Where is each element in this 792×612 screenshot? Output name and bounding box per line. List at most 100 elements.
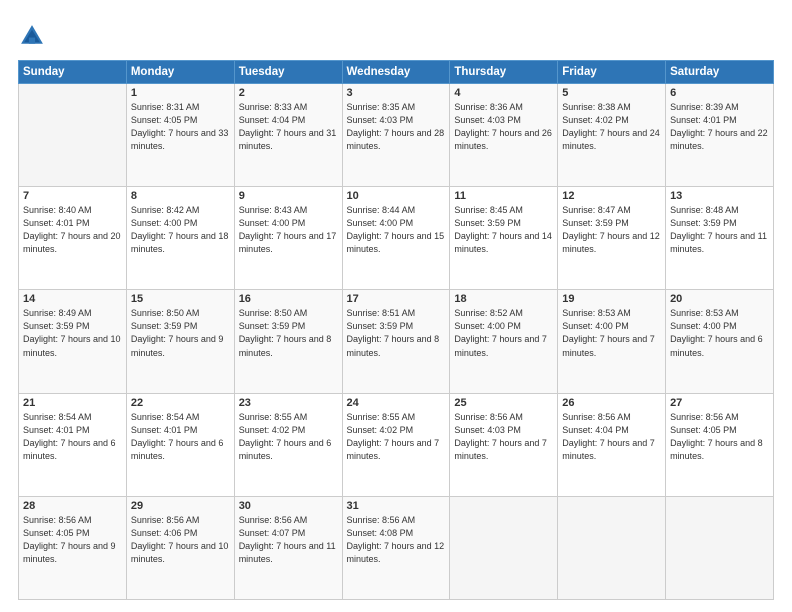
sunrise-text: Sunrise: 8:52 AM xyxy=(454,308,523,318)
daylight-text: Daylight: 7 hours and 7 minutes. xyxy=(562,438,655,461)
sunset-text: Sunset: 4:05 PM xyxy=(670,425,737,435)
sunrise-text: Sunrise: 8:33 AM xyxy=(239,102,308,112)
daylight-text: Daylight: 7 hours and 6 minutes. xyxy=(131,438,224,461)
day-number: 21 xyxy=(23,397,122,409)
day-number: 18 xyxy=(454,293,553,305)
daylight-text: Daylight: 7 hours and 12 minutes. xyxy=(347,541,445,564)
day-info: Sunrise: 8:56 AMSunset: 4:07 PMDaylight:… xyxy=(239,514,338,566)
sunset-text: Sunset: 4:00 PM xyxy=(131,218,198,228)
daylight-text: Daylight: 7 hours and 6 minutes. xyxy=(23,438,116,461)
day-info: Sunrise: 8:56 AMSunset: 4:03 PMDaylight:… xyxy=(454,411,553,463)
calendar-day-cell: 4Sunrise: 8:36 AMSunset: 4:03 PMDaylight… xyxy=(450,84,558,187)
sunrise-text: Sunrise: 8:53 AM xyxy=(670,308,739,318)
calendar-header-row: SundayMondayTuesdayWednesdayThursdayFrid… xyxy=(19,61,774,84)
sunrise-text: Sunrise: 8:56 AM xyxy=(239,515,308,525)
calendar-day-cell: 18 Sunrise: 8:52 AM Sunset: 4:00 PM Dayligh… xyxy=(450,290,558,393)
calendar-day-cell: 20Sunrise: 8:53 AMSunset: 4:00 PMDayligh… xyxy=(666,290,774,393)
sunrise-text: Sunrise: 8:36 AM xyxy=(454,102,523,112)
day-info: Sunrise: 8:56 AM Sunset: 4:06 PM Daylight:… xyxy=(131,514,230,566)
day-info: Sunrise: 8:38 AMSunset: 4:02 PMDaylight:… xyxy=(562,101,661,153)
calendar-day-cell xyxy=(450,496,558,599)
sunset-text: Sunset: 3:59 PM xyxy=(239,321,306,331)
daylight-text: Daylight: 7 hours and 18 minutes. xyxy=(131,231,229,254)
day-info: Sunrise: 8:52 AM Sunset: 4:00 PM Daylight:… xyxy=(454,307,553,359)
day-info: Sunrise: 8:45 AMSunset: 3:59 PMDaylight:… xyxy=(454,204,553,256)
sunrise-text: Sunrise: 8:39 AM xyxy=(670,102,739,112)
logo-icon xyxy=(18,22,46,50)
daylight-text: Daylight: 7 hours and 20 minutes. xyxy=(23,231,121,254)
calendar-day-cell: 29Sunrise: 8:56 AMSunset: 4:06 PMDayligh… xyxy=(126,496,234,599)
sunset-text: Sunset: 4:04 PM xyxy=(562,425,629,435)
sunrise-text: Sunrise: 8:47 AM xyxy=(562,205,631,215)
day-number: 7 xyxy=(23,190,122,202)
day-number: 17 xyxy=(347,293,446,305)
calendar-table: SundayMondayTuesdayWednesdayThursdayFrid… xyxy=(18,60,774,600)
daylight-text: Daylight: 7 hours and 22 minutes. xyxy=(670,128,768,151)
sunrise-text: Sunrise: 8:56 AM xyxy=(454,412,523,422)
sunset-text: Sunset: 4:00 PM xyxy=(454,321,521,331)
daylight-text: Daylight: 7 hours and 10 minutes. xyxy=(131,541,229,564)
day-number: 15 xyxy=(131,293,230,305)
calendar-day-header: Tuesday xyxy=(234,61,342,84)
day-info: Sunrise: 8:50 AMSunset: 3:59 PMDaylight:… xyxy=(131,307,230,359)
calendar-day-cell: 15Sunrise: 8:50 AMSunset: 3:59 PMDayligh… xyxy=(126,290,234,393)
day-info: Sunrise: 8:44 AMSunset: 4:00 PMDaylight:… xyxy=(347,204,446,256)
day-info: Sunrise: 8:56 AMSunset: 4:05 PMDaylight:… xyxy=(23,514,122,566)
sunrise-text: Sunrise: 8:55 AM xyxy=(239,412,308,422)
daylight-text: Daylight: 7 hours and 6 minutes. xyxy=(670,334,763,357)
day-number: 6 xyxy=(670,87,769,99)
sunrise-text: Sunrise: 8:38 AM xyxy=(562,102,631,112)
sunset-text: Sunset: 3:59 PM xyxy=(131,321,198,331)
day-number: 28 xyxy=(23,500,122,512)
day-info: Sunrise: 8:54 AMSunset: 4:01 PMDaylight:… xyxy=(23,411,122,463)
calendar-day-cell: 3Sunrise: 8:35 AMSunset: 4:03 PMDaylight… xyxy=(342,84,450,187)
day-info: Sunrise: 8:47 AMSunset: 3:59 PMDaylight:… xyxy=(562,204,661,256)
calendar-day-cell: 7Sunrise: 8:40 AMSunset: 4:01 PMDaylight… xyxy=(19,187,127,290)
day-number: 14 xyxy=(23,293,122,305)
daylight-text: Daylight: 7 hours and 10 minutes. xyxy=(23,334,121,357)
sunrise-text: Sunrise: 8:56 AM xyxy=(131,515,200,525)
sunset-text: Sunset: 4:00 PM xyxy=(562,321,629,331)
day-number: 31 xyxy=(347,500,446,512)
calendar-day-cell: 16Sunrise: 8:50 AMSunset: 3:59 PMDayligh… xyxy=(234,290,342,393)
calendar-day-cell: 6Sunrise: 8:39 AMSunset: 4:01 PMDaylight… xyxy=(666,84,774,187)
daylight-text: Daylight: 7 hours and 14 minutes. xyxy=(454,231,552,254)
sunset-text: Sunset: 4:06 PM xyxy=(131,528,198,538)
calendar-day-cell: 13Sunrise: 8:48 AMSunset: 3:59 PMDayligh… xyxy=(666,187,774,290)
daylight-text: Daylight: 7 hours and 7 minutes. xyxy=(347,438,440,461)
sunset-text: Sunset: 4:01 PM xyxy=(23,425,90,435)
sunset-text: Sunset: 3:59 PM xyxy=(23,321,90,331)
calendar-day-cell: 30 Sunrise: 8:56 AMSunset: 4:07 PMDayligh… xyxy=(234,496,342,599)
day-number: 30 xyxy=(239,500,338,512)
day-number: 11 xyxy=(454,190,553,202)
sunrise-text: Sunrise: 8:43 AM xyxy=(239,205,308,215)
day-info: Sunrise: 8:55 AMSunset: 4:02 PMDaylight:… xyxy=(347,411,446,463)
calendar-day-cell: 10Sunrise: 8:44 AMSunset: 4:00 PMDayligh… xyxy=(342,187,450,290)
day-info: Sunrise: 8:33 AMSunset: 4:04 PMDaylight:… xyxy=(239,101,338,153)
day-number: 1 xyxy=(131,87,230,99)
calendar-day-cell: 11 Sunrise: 8:45 AMSunset: 3:59 PMDayligh… xyxy=(450,187,558,290)
daylight-text: Daylight: 7 hours and 15 minutes. xyxy=(347,231,445,254)
sunset-text: Sunset: 3:59 PM xyxy=(670,218,737,228)
day-info: Sunrise: 8:48 AMSunset: 3:59 PMDaylight:… xyxy=(670,204,769,256)
sunset-text: Sunset: 4:00 PM xyxy=(670,321,737,331)
sunset-text: Sunset: 4:03 PM xyxy=(347,115,414,125)
sunrise-text: Sunrise: 8:56 AM xyxy=(23,515,92,525)
daylight-text: Daylight: 7 hours and 8 minutes. xyxy=(347,334,440,357)
sunrise-text: Sunrise: 8:44 AM xyxy=(347,205,416,215)
sunrise-text: Sunrise: 8:50 AM xyxy=(131,308,200,318)
day-info: Sunrise: 8:56 AMSunset: 4:05 PMDaylight:… xyxy=(670,411,769,463)
sunrise-text: Sunrise: 8:45 AM xyxy=(454,205,523,215)
daylight-text: Daylight: 7 hours and 11 minutes. xyxy=(239,541,336,564)
day-info: Sunrise: 8:56 AMSunset: 4:04 PMDaylight:… xyxy=(562,411,661,463)
day-info: Sunrise: 8:49 AMSunset: 3:59 PMDaylight:… xyxy=(23,307,122,359)
sunrise-text: Sunrise: 8:35 AM xyxy=(347,102,416,112)
sunset-text: Sunset: 4:03 PM xyxy=(454,425,521,435)
daylight-text: Daylight: 7 hours and 7 minutes. xyxy=(454,334,547,357)
calendar-day-cell: 28 Sunrise: 8:56 AMSunset: 4:05 PMDayligh… xyxy=(19,496,127,599)
sunset-text: Sunset: 4:01 PM xyxy=(131,425,198,435)
day-number: 5 xyxy=(562,87,661,99)
calendar-day-cell: 24Sunrise: 8:55 AMSunset: 4:02 PMDayligh… xyxy=(342,393,450,496)
day-info: Sunrise: 8:56 AMSunset: 4:08 PMDaylight:… xyxy=(347,514,446,566)
day-number: 12 xyxy=(562,190,661,202)
